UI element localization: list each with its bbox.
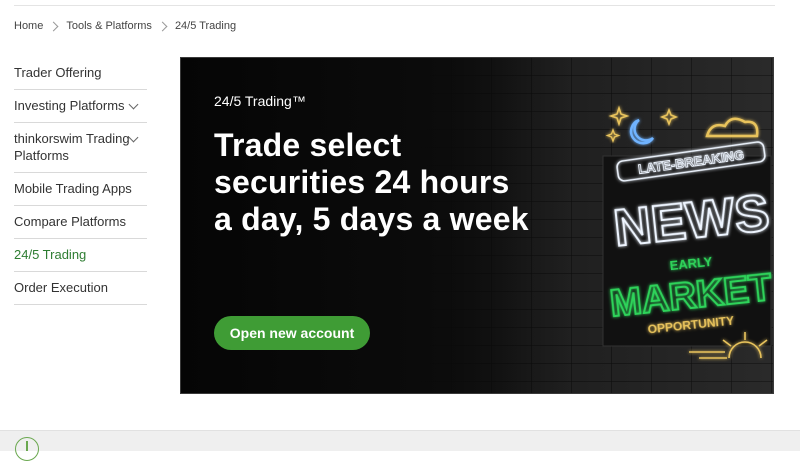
top-divider (14, 5, 775, 6)
hero-banner: 24/5 Trading™ Trade select securities 24… (180, 57, 774, 394)
moon-icon (629, 118, 655, 145)
breadcrumb-home[interactable]: Home (14, 20, 43, 32)
sidebar-nav: Trader Offering Investing Platforms thin… (14, 57, 147, 305)
chevron-down-icon[interactable] (128, 132, 139, 143)
sidebar-item-compare-platforms[interactable]: Compare Platforms (14, 206, 147, 239)
sidebar-item-label: Mobile Trading Apps (14, 181, 132, 196)
hero-eyebrow: 24/5 Trading™ (214, 93, 306, 109)
sidebar-item-label: Order Execution (14, 280, 108, 295)
sidebar-item-label: Investing Platforms (14, 98, 125, 113)
sidebar-item-label: thinkorswim Trading Platforms (14, 131, 130, 163)
sidebar-item-mobile-trading-apps[interactable]: Mobile Trading Apps (14, 173, 147, 206)
sidebar-item-label: 24/5 Trading (14, 247, 87, 262)
neon-sign-illustration: LATE-BREAKING NEWS EARLY MARKET OPPORTUN… (602, 105, 773, 359)
sidebar-item-trader-offering[interactable]: Trader Offering (14, 57, 147, 90)
sidebar-item-order-execution[interactable]: Order Execution (14, 272, 147, 305)
chevron-right-icon (157, 21, 168, 31)
sidebar-item-label: Trader Offering (14, 65, 102, 80)
sidebar-item-investing-platforms[interactable]: Investing Platforms (14, 90, 147, 123)
breadcrumb: Home Tools & Platforms 24/5 Trading (14, 20, 236, 32)
sidebar-item-label: Compare Platforms (14, 214, 126, 229)
breadcrumb-tools-platforms[interactable]: Tools & Platforms (66, 20, 152, 32)
sidebar-item-thinkorswim[interactable]: thinkorswim Trading Platforms (14, 123, 147, 173)
star-icon (659, 107, 679, 127)
breadcrumb-current: 24/5 Trading (174, 20, 237, 32)
chevron-right-icon (48, 21, 59, 31)
star-icon (605, 128, 621, 143)
bottom-sticky-bar (0, 430, 800, 451)
star-icon (608, 105, 630, 127)
hero-headline: Trade select securities 24 hours a day, … (214, 127, 529, 237)
sidebar-item-24-5-trading[interactable]: 24/5 Trading (14, 239, 147, 272)
cloud-icon (705, 117, 759, 138)
open-account-button[interactable]: Open new account (214, 316, 370, 350)
chevron-down-icon[interactable] (128, 99, 139, 110)
plus-circle-icon[interactable] (15, 437, 39, 461)
